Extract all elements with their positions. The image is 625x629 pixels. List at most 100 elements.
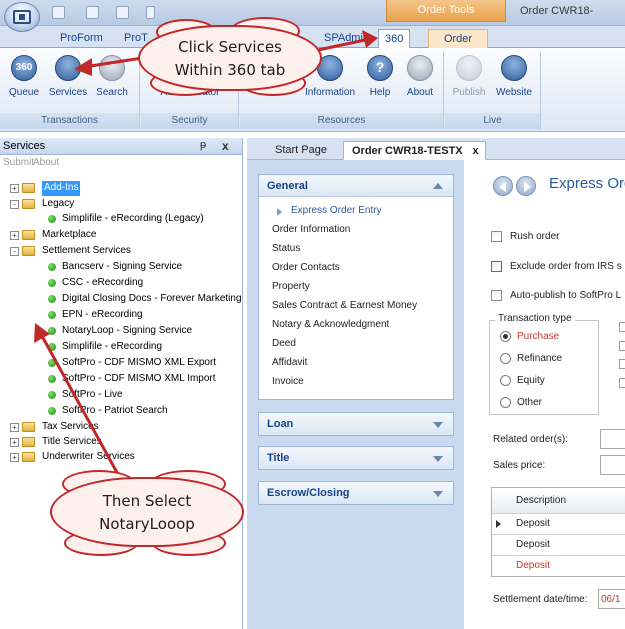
related-orders-input[interactable] xyxy=(600,429,625,449)
radio-other[interactable] xyxy=(500,397,511,408)
nav-status[interactable]: Status xyxy=(272,243,300,254)
section-general-header[interactable]: General xyxy=(259,175,453,197)
tab-order[interactable]: Order xyxy=(428,29,488,48)
table-row[interactable]: Deposit xyxy=(492,535,625,556)
deposit-cell: Deposit xyxy=(516,560,550,571)
open-folder-icon[interactable] xyxy=(116,6,129,19)
tab-proform[interactable]: ProForm xyxy=(54,29,109,48)
tree-item-softpro-cdf-export[interactable]: SoftPro - CDF MISMO XML Export xyxy=(62,356,216,371)
title-bar: Order Tools Order CWR18- xyxy=(0,0,625,32)
pin-icon[interactable]: ᵽ xyxy=(200,139,206,151)
about-button[interactable]: About xyxy=(400,55,440,98)
window-title: Order CWR18- xyxy=(520,5,594,17)
exclude-irs-label: Exclude order from IRS s xyxy=(510,261,622,272)
quick-access-dropdown-icon[interactable] xyxy=(146,6,155,19)
auto-publish-checkbox[interactable] xyxy=(491,290,502,301)
grid-header-row: Description xyxy=(492,488,625,514)
tree-item-tax-services[interactable]: Tax Services xyxy=(42,420,99,435)
search-button[interactable]: Search xyxy=(90,55,134,98)
nav-sales-contract[interactable]: Sales Contract & Earnest Money xyxy=(272,300,417,311)
radio-refinance[interactable] xyxy=(500,353,511,364)
tree-item-underwriter-services[interactable]: Underwriter Services xyxy=(42,450,135,465)
about-link[interactable]: About xyxy=(33,157,59,168)
tree-item-csc[interactable]: CSC - eRecording xyxy=(62,276,143,291)
related-orders-label: Related order(s): xyxy=(493,434,569,445)
back-icon[interactable] xyxy=(493,176,513,196)
tree-item-softpro-live[interactable]: SoftPro - Live xyxy=(62,388,123,403)
section-escrow-closing: Escrow/Closing xyxy=(258,481,454,505)
tree-item-marketplace[interactable]: Marketplace xyxy=(42,228,96,243)
forward-icon[interactable] xyxy=(516,176,536,196)
description-column-header[interactable]: Description xyxy=(516,495,566,506)
service-status-icon xyxy=(48,391,56,399)
expand-icon[interactable]: + xyxy=(10,438,19,447)
service-status-icon xyxy=(48,343,56,351)
nav-invoice[interactable]: Invoice xyxy=(272,376,304,387)
section-loan-header[interactable]: Loan xyxy=(259,413,453,435)
tree-item-add-ins[interactable]: Add-Ins xyxy=(42,181,81,196)
section-title-title: Title xyxy=(267,452,290,464)
website-button[interactable]: Website xyxy=(491,55,537,98)
application-menu-button[interactable] xyxy=(4,2,40,32)
help-button[interactable]: ? Help xyxy=(362,55,398,98)
refinance-label: Refinance xyxy=(517,353,563,364)
group-label-transactions: Transactions xyxy=(0,113,139,129)
new-document-icon[interactable] xyxy=(86,6,99,19)
option-checkbox[interactable] xyxy=(619,322,625,332)
settlement-date-input[interactable]: 06/1 xyxy=(598,589,625,609)
nav-order-information[interactable]: Order Information xyxy=(272,224,350,235)
radio-equity[interactable] xyxy=(500,375,511,386)
save-icon[interactable] xyxy=(52,6,65,19)
nav-notary-acknowledgment[interactable]: Notary & Acknowledgment xyxy=(272,319,389,330)
collapse-icon[interactable]: - xyxy=(10,200,19,209)
services-pane-title: Services xyxy=(3,140,46,152)
expand-icon[interactable]: + xyxy=(10,423,19,432)
nav-deed[interactable]: Deed xyxy=(272,338,296,349)
services-label: Services xyxy=(48,87,88,98)
table-row[interactable]: Deposit xyxy=(492,556,625,577)
nav-order-contacts[interactable]: Order Contacts xyxy=(272,262,340,273)
tab-spadmin[interactable]: SPAdmin xyxy=(318,29,375,48)
expand-icon[interactable]: + xyxy=(10,184,19,193)
group-label-security: Security xyxy=(141,113,238,129)
tree-item-simplifile[interactable]: Simplifile - eRecording xyxy=(62,340,162,355)
nav-property[interactable]: Property xyxy=(272,281,310,292)
tab-360[interactable]: 360 xyxy=(378,29,411,49)
tree-item-notaryloop[interactable]: NotaryLoop - Signing Service xyxy=(62,324,192,339)
option-checkbox[interactable] xyxy=(619,359,625,369)
tab-order-cwr18-testx[interactable]: Order CWR18-TESTX x xyxy=(343,141,486,160)
tree-item-bancserv[interactable]: Bancserv - Signing Service xyxy=(62,260,182,275)
nav-express-order-entry[interactable]: Express Order Entry xyxy=(291,205,382,216)
tab-start-page[interactable]: Start Page xyxy=(267,141,335,160)
section-title-header[interactable]: Title xyxy=(259,447,453,469)
tree-item-epn[interactable]: EPN - eRecording xyxy=(62,308,143,323)
option-checkbox[interactable] xyxy=(619,341,625,351)
close-icon[interactable]: x xyxy=(222,139,229,153)
tree-item-digital-closing-docs[interactable]: Digital Closing Docs - Forever Marketing xyxy=(62,292,242,307)
queue-button[interactable]: 360 Queue xyxy=(2,55,46,98)
rush-order-checkbox[interactable] xyxy=(491,231,502,242)
publish-button[interactable]: Publish xyxy=(449,55,489,98)
table-row[interactable]: Deposit xyxy=(492,514,625,535)
section-escrow-header[interactable]: Escrow/Closing xyxy=(259,482,453,504)
tree-item-legacy[interactable]: Legacy xyxy=(42,197,74,212)
tree-item-softpro-cdf-import[interactable]: SoftPro - CDF MISMO XML Import xyxy=(62,372,216,387)
tree-item-title-services[interactable]: Title Services xyxy=(42,435,102,450)
close-tab-icon[interactable]: x xyxy=(473,142,479,160)
services-button[interactable]: Services xyxy=(46,55,90,98)
radio-purchase[interactable] xyxy=(500,331,511,342)
tree-item-settlement-services[interactable]: Settlement Services xyxy=(42,244,131,259)
search-icon xyxy=(99,55,125,81)
section-loan: Loan xyxy=(258,412,454,436)
sales-price-input[interactable] xyxy=(600,455,625,475)
expand-icon[interactable]: + xyxy=(10,231,19,240)
tree-item-softpro-patriot[interactable]: SoftPro - Patriot Search xyxy=(62,404,168,419)
tree-item-simplifile-legacy[interactable]: Simplifile - eRecording (Legacy) xyxy=(62,212,204,227)
nav-affidavit[interactable]: Affidavit xyxy=(272,357,307,368)
collapse-icon[interactable]: - xyxy=(10,247,19,256)
about-label: About xyxy=(406,87,434,98)
option-checkbox[interactable] xyxy=(619,378,625,388)
exclude-irs-checkbox[interactable] xyxy=(491,261,502,272)
expand-icon[interactable]: + xyxy=(10,453,19,462)
submit-button[interactable]: Submit xyxy=(3,157,34,168)
